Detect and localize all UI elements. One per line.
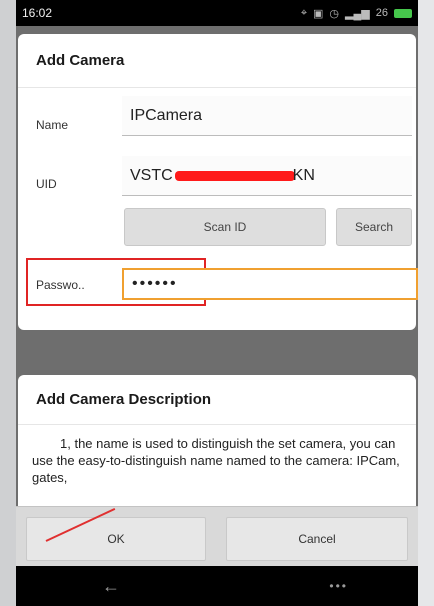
cancel-button[interactable]: Cancel (226, 517, 408, 561)
uid-input[interactable]: VSTC KN (122, 156, 412, 196)
more-dots-icon[interactable]: ••• (329, 579, 348, 593)
nfc-icon: ▣ (313, 7, 324, 20)
battery-icon (394, 8, 412, 18)
name-value: IPCamera (130, 106, 203, 124)
search-button[interactable]: Search (336, 208, 412, 246)
phone-screen: 16:02 ⌖ ▣ ◷ ▂▄▆ 26 Add Camera Name IPCam… (16, 0, 418, 606)
status-time: 16:02 (22, 6, 53, 20)
dialog-button-bar: OK Cancel (16, 506, 418, 566)
uid-prefix: VSTC (130, 166, 173, 184)
name-input[interactable]: IPCamera (122, 96, 412, 136)
password-value: •••••• (132, 275, 178, 292)
navigation-bar: ← ••• (16, 566, 418, 606)
dialog-title: Add Camera (18, 34, 416, 88)
status-bar: 16:02 ⌖ ▣ ◷ ▂▄▆ 26 (16, 0, 418, 26)
scan-id-button[interactable]: Scan ID (124, 208, 326, 246)
right-bezel (418, 0, 434, 606)
signal-text: 26 (375, 7, 388, 19)
ok-button[interactable]: OK (26, 517, 206, 561)
description-text: 1, the name is used to distinguish the s… (32, 436, 400, 485)
uid-suffix: KN (292, 166, 315, 184)
alarm-icon: ◷ (329, 7, 340, 20)
location-icon: ⌖ (300, 6, 308, 19)
left-bezel (0, 0, 16, 606)
description-title: Add Camera Description (18, 375, 416, 425)
back-arrow-icon[interactable]: ← (102, 576, 120, 597)
signal-icon: ▂▄▆ (345, 7, 370, 20)
uid-label: UID (36, 177, 57, 191)
redaction-mark (174, 170, 295, 181)
status-icons: ⌖ ▣ ◷ ▂▄▆ 26 (301, 7, 412, 20)
password-input[interactable]: •••••• (122, 268, 418, 300)
add-camera-dialog: Add Camera Name IPCamera UID VSTC KN Sca… (18, 34, 418, 330)
name-label: Name (36, 118, 69, 132)
